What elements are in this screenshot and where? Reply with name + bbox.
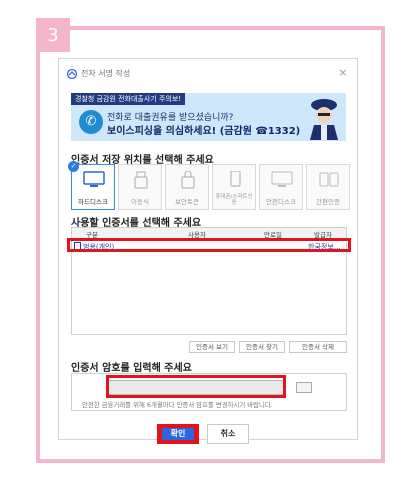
storage-hard-disk[interactable]: ✓ 하드디스크 xyxy=(68,161,115,210)
ok-button[interactable]: 확인 xyxy=(157,424,199,444)
storage-security-token[interactable]: 보안토큰 xyxy=(165,164,209,210)
view-certificate-button[interactable]: 인증서 보기 xyxy=(189,341,235,353)
password-section-title: 인증서 암호를 입력해 주세요 xyxy=(71,363,192,374)
storage-simple-auth[interactable]: 간편인증 xyxy=(306,164,350,210)
storage-label: 간편인증 xyxy=(316,198,340,206)
virtual-keyboard-icon[interactable] xyxy=(296,382,312,393)
close-button[interactable]: × xyxy=(335,65,351,81)
storage-label: 안전디스크 xyxy=(266,198,296,206)
hard-disk-icon xyxy=(83,171,105,187)
police-mascot-icon xyxy=(310,99,338,140)
dialog-title: 전자 서명 작성 xyxy=(81,69,131,78)
ok-button-label: 확인 xyxy=(162,428,194,440)
find-certificate-button[interactable]: 인증서 찾기 xyxy=(239,341,285,353)
password-note: 안전한 금융거래를 위해 6개월마다 인증서 암호를 변경하시기 바랍니다. xyxy=(82,401,273,409)
safe-disk-icon xyxy=(271,171,293,187)
simple-auth-icon xyxy=(319,172,339,187)
security-token-icon xyxy=(181,171,195,189)
sign-dialog: 전자 서명 작성 × 경찰청 금감원 전화대출사기 주의보! ✆ 전화로 대출권… xyxy=(58,58,358,444)
fraud-warning-banner: 경찰청 금감원 전화대출사기 주의보! ✆ 전화로 대출권유를 받으셨습니까? … xyxy=(71,93,346,141)
app-logo-icon xyxy=(67,69,77,79)
storage-location-list: ✓ 하드디스크 이동식 보안토큰 휴대폰/스마트인증 안전디스크 간편인증 xyxy=(68,161,351,210)
check-icon: ✓ xyxy=(68,161,79,172)
title-bar: 전자 서명 작성 × xyxy=(59,59,357,89)
mobile-phone-icon xyxy=(230,171,241,187)
selected-row-highlight xyxy=(67,238,351,252)
step-number-badge: 3 xyxy=(36,18,70,52)
delete-certificate-button[interactable]: 인증서 삭제 xyxy=(289,341,347,353)
storage-mobile-phone[interactable]: 휴대폰/스마트인증 xyxy=(212,164,256,210)
password-highlight xyxy=(106,375,286,398)
storage-safe-disk[interactable]: 안전디스크 xyxy=(259,164,303,210)
cancel-button[interactable]: 취소 xyxy=(207,424,249,444)
storage-label: 하드디스크 xyxy=(78,198,108,206)
storage-label: 이동식 xyxy=(131,198,149,206)
banner-line2: 보이스피싱을 의심하세요! (금감원 ☎1332) xyxy=(107,126,301,137)
phone-icon: ✆ xyxy=(79,110,103,134)
usb-icon xyxy=(134,171,148,189)
storage-label: 보안토큰 xyxy=(175,198,199,206)
storage-label: 휴대폰/스마트인증 xyxy=(215,194,253,206)
storage-usb[interactable]: 이동식 xyxy=(118,164,162,210)
banner-tag: 경찰청 금감원 전화대출사기 주의보! xyxy=(71,93,186,105)
